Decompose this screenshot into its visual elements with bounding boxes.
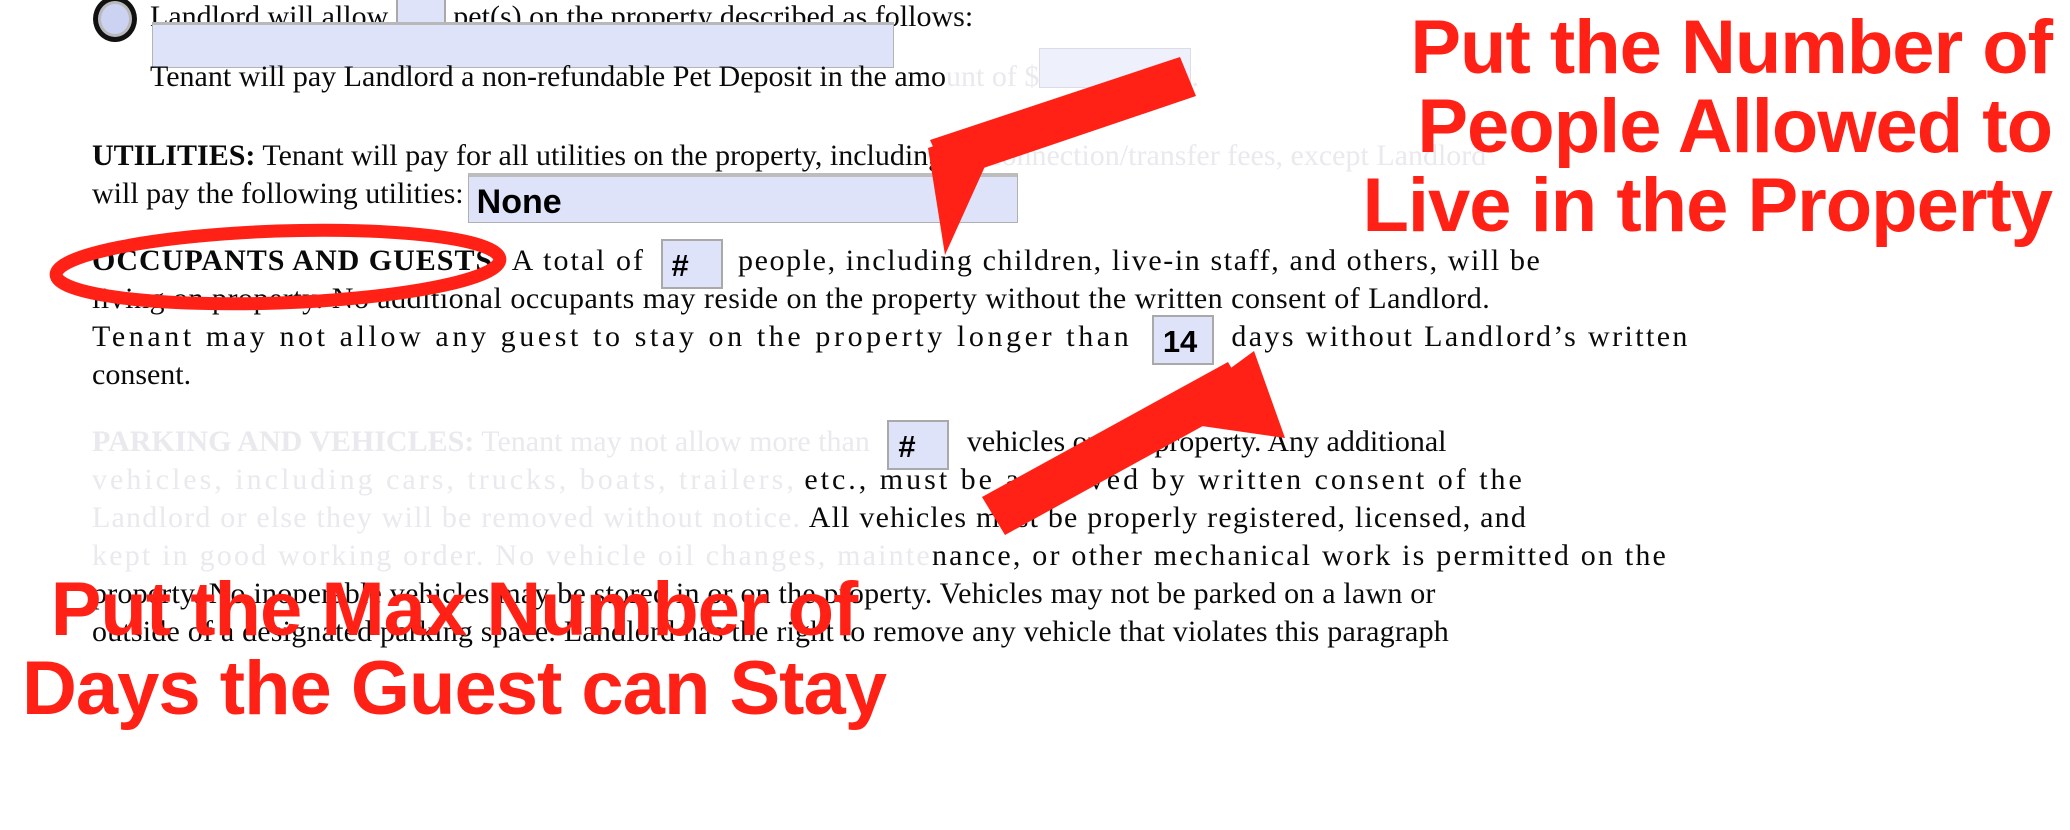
occupants-line3a: Tenant may not allow any guest to stay o… xyxy=(92,320,1133,353)
occupants-heading: OCCUPANTS AND GUESTS: xyxy=(92,244,505,277)
pet-deposit-amount-field[interactable] xyxy=(1039,48,1192,88)
pet-deposit-text-faded: unt of $ xyxy=(946,60,1040,93)
parking-heading: PARKING AND VEHICLES: xyxy=(92,425,475,458)
pet-allowed-radio[interactable] xyxy=(93,0,137,42)
utilities-line1-visible: Tenant will pay for all utilities on the… xyxy=(262,139,944,172)
utilities-value-field[interactable]: None xyxy=(467,173,1018,223)
pet-deposit-line: Tenant will pay Landlord a non-refundabl… xyxy=(150,48,1550,102)
lease-document-page: Landlord will allow pet(s) on the proper… xyxy=(0,0,2070,830)
parking-line2a: vehicles, including cars, trucks, boats,… xyxy=(92,463,797,496)
utilities-heading: UTILITIES: xyxy=(92,139,256,172)
parking-line4b: nance, or other mechanical work is permi… xyxy=(931,539,1669,572)
parking-line2b: etc., must be approved by written consen… xyxy=(804,463,1525,496)
utilities-line1-faded: all connection/transfer fees, except Lan… xyxy=(950,139,1487,172)
utilities-line2-label: will pay the following utilities: xyxy=(92,177,464,210)
utilities-line2: will pay the following utilities: None xyxy=(92,169,1402,223)
occupants-line3b: days without Landlord’s written xyxy=(1231,320,1690,353)
pet-deposit-text: Tenant will pay Landlord a non-refundabl… xyxy=(150,60,947,93)
parking-line3b: All vehicles must be properly registered… xyxy=(808,501,1528,534)
parking-line6: outside of a designated parking space. L… xyxy=(92,615,1449,648)
parking-line4a: kept in good working order. No vehicle o… xyxy=(92,539,932,572)
occupants-line4: consent. xyxy=(92,358,192,391)
pet-deposit-period: . xyxy=(1191,60,1199,93)
occupants-seg1: A total of xyxy=(511,244,645,277)
occupants-seg2: people, including children, live-in staf… xyxy=(738,244,1542,277)
parking-seg2: vehicles on the property. Any additional xyxy=(966,425,1447,458)
parking-line3a: Landlord or else they will be removed wi… xyxy=(92,501,802,534)
parking-seg1: Tenant may not allow more than xyxy=(481,425,870,458)
